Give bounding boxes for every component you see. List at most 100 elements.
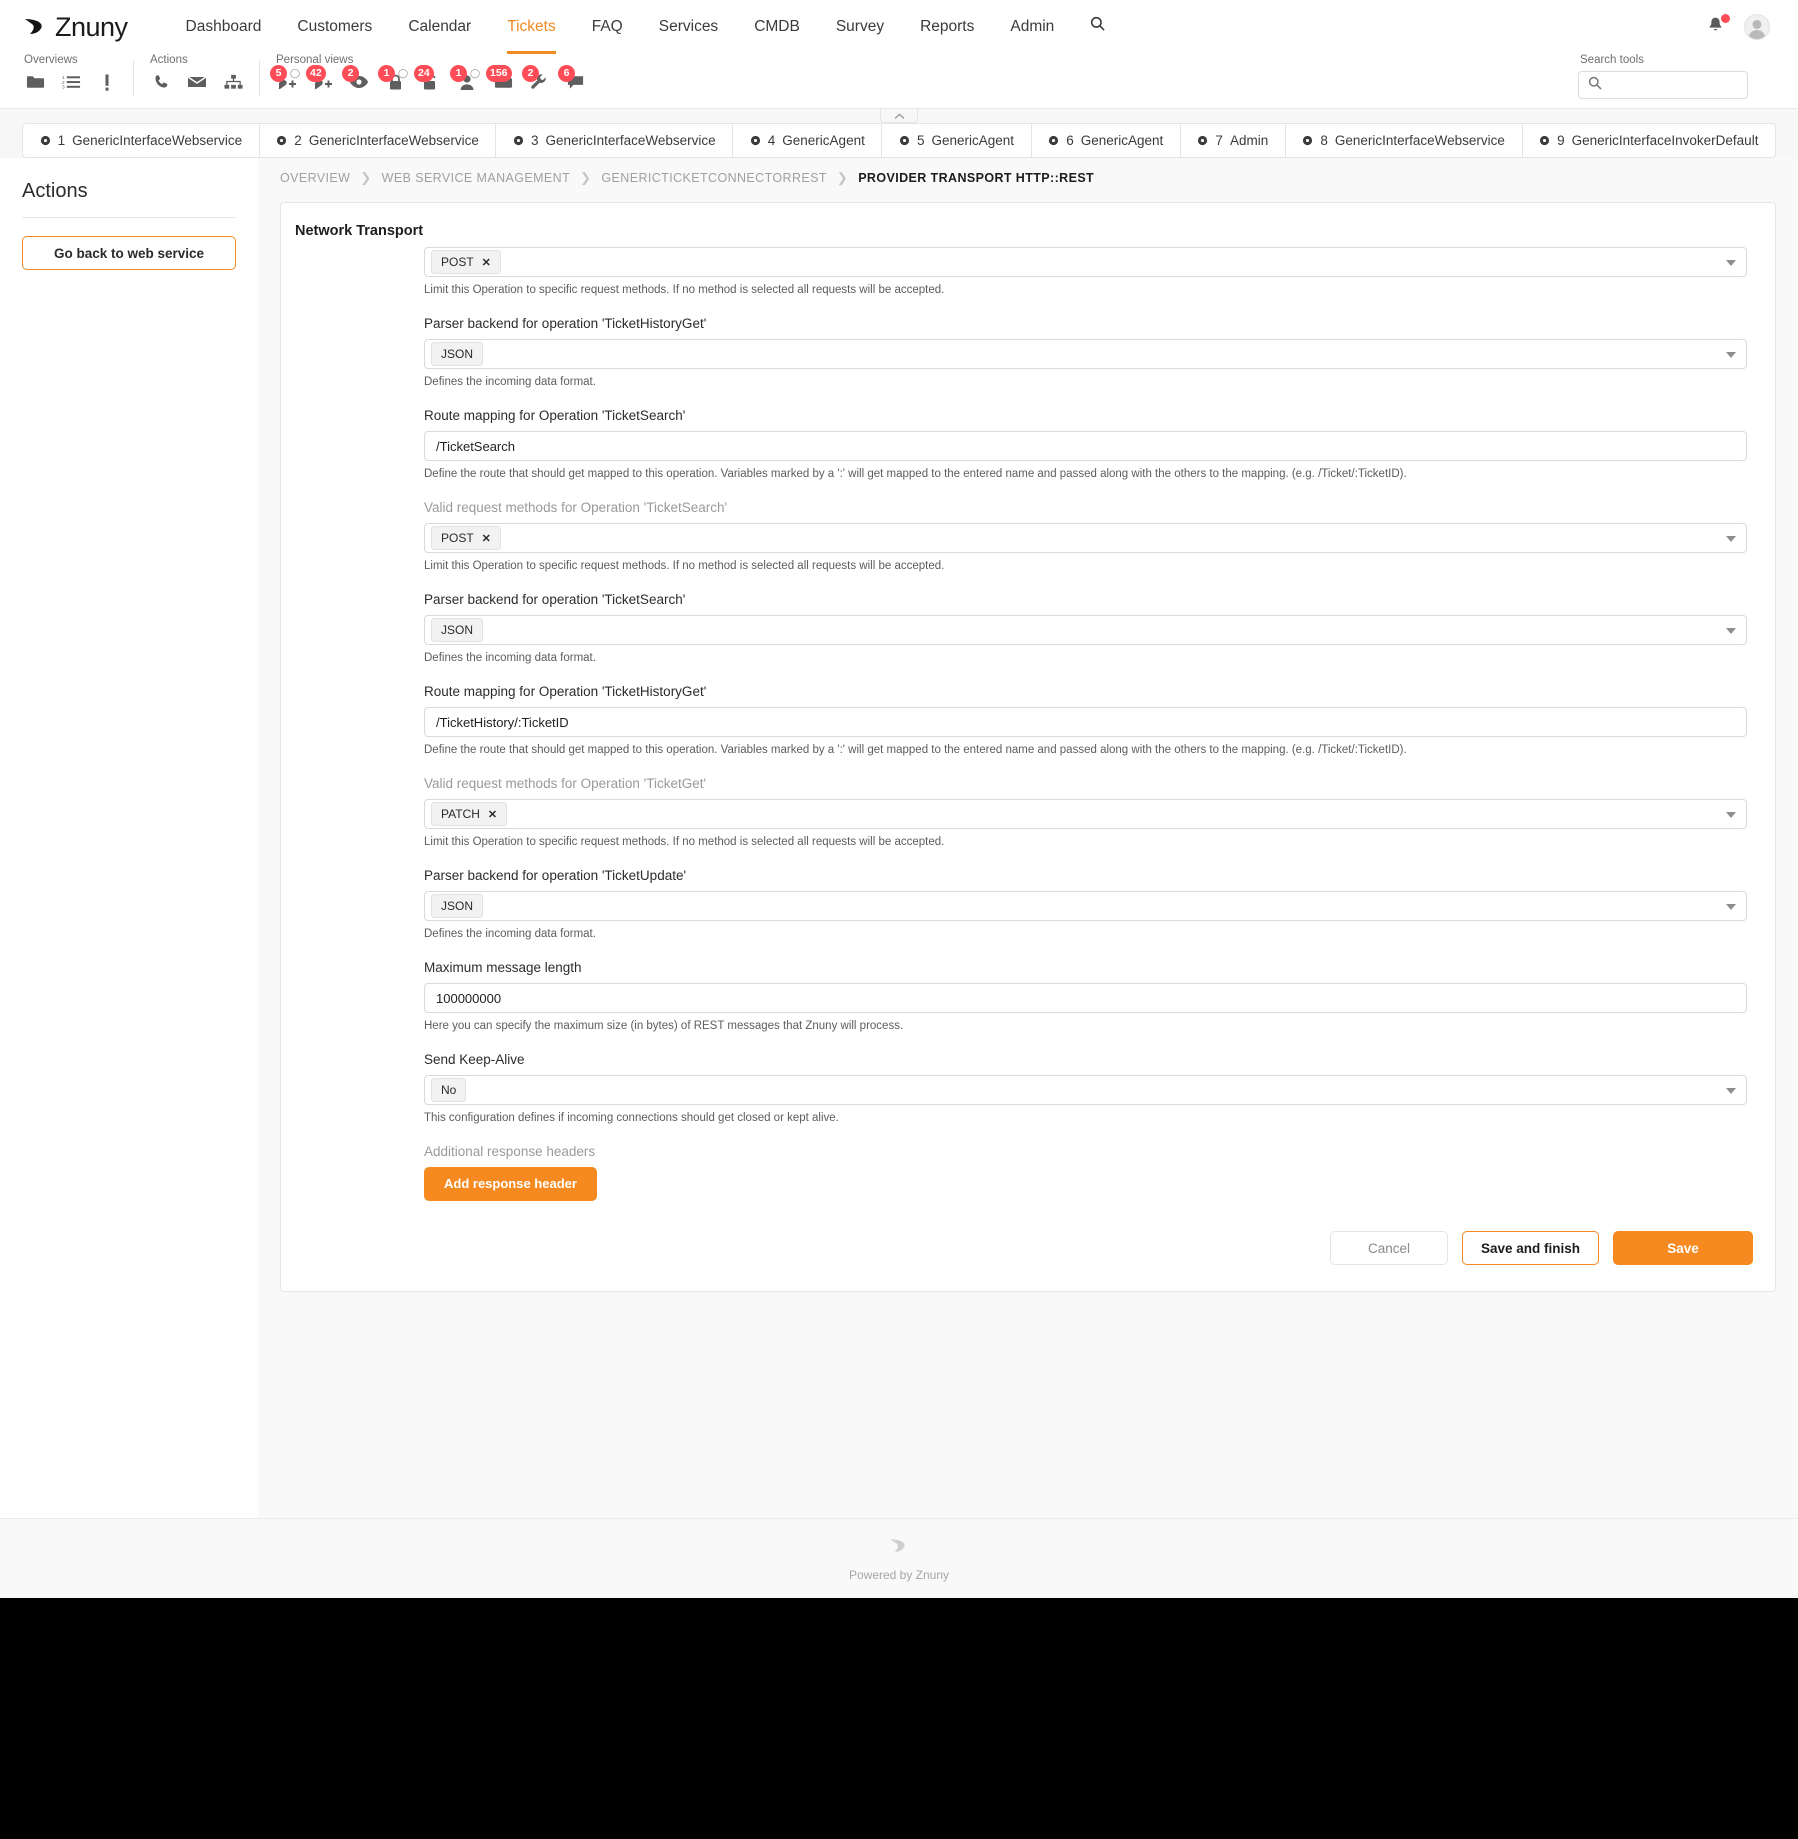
- chevron-right-icon: ❯: [580, 170, 592, 185]
- phone-icon[interactable]: [148, 70, 174, 94]
- parser-backend-ticketsearch-select[interactable]: JSON: [424, 615, 1747, 645]
- tab-index: 3: [531, 133, 539, 148]
- breadcrumb-item-web-service-management[interactable]: Web Service Management: [382, 171, 570, 185]
- chevron-down-icon: [1726, 260, 1736, 266]
- person-icon[interactable]: 1 ◯: [450, 65, 480, 94]
- tab-6-genericagent[interactable]: 6 GenericAgent: [1030, 123, 1181, 158]
- tab-9-genericinterfaceinvokerdefault[interactable]: 9 GenericInterfaceInvokerDefault: [1521, 123, 1777, 158]
- tab-4-genericagent[interactable]: 4 GenericAgent: [732, 123, 883, 158]
- selected-chip[interactable]: JSON: [431, 894, 484, 918]
- panel-title: Network Transport: [295, 223, 424, 239]
- tab-1-genericinterfacewebservice[interactable]: 1 GenericInterfaceWebservice: [22, 123, 260, 158]
- badge-count: 1: [450, 65, 467, 82]
- nav-item-dashboard[interactable]: Dashboard: [168, 0, 280, 54]
- parser-backend-ticketupdate-select[interactable]: JSON: [424, 891, 1747, 921]
- wrench-icon[interactable]: 2: [522, 65, 552, 94]
- nav-item-reports[interactable]: Reports: [902, 0, 992, 54]
- search-input[interactable]: [1609, 77, 1738, 93]
- svg-text:3: 3: [62, 85, 65, 90]
- selected-chip[interactable]: JSON: [431, 618, 484, 642]
- global-search-icon[interactable]: [1072, 0, 1123, 54]
- chat-bubble-icon[interactable]: 6: [558, 65, 588, 94]
- add-ticket-icon[interactable]: 42: [306, 65, 336, 94]
- nav-item-cmdb[interactable]: CMDB: [736, 0, 818, 54]
- tab-label: GenericInterfaceInvokerDefault: [1571, 133, 1759, 148]
- numbered-list-icon[interactable]: 1 2 3: [58, 70, 84, 94]
- selected-chip[interactable]: No: [431, 1078, 467, 1102]
- main-content: Overview ❯ Web Service Management ❯ Gene…: [258, 158, 1798, 1518]
- save-button[interactable]: Save: [1613, 1231, 1753, 1265]
- field-route-mapping-tickethistoryget: Route mapping for Operation 'TicketHisto…: [309, 684, 1747, 756]
- tab-index: 2: [294, 133, 302, 148]
- field-control-row: [424, 983, 1747, 1013]
- toolbar-group-overviews: Overviews 1 2 3: [22, 54, 134, 96]
- briefcase-icon[interactable]: 156: [486, 65, 516, 94]
- tab-5-genericagent[interactable]: 5 GenericAgent: [881, 123, 1032, 158]
- toolbar-group-personal-views: Personal views 5 ◯ 42 2 1 ◯ 24 1 ◯ 156 2…: [270, 54, 602, 94]
- route-mapping-ticketsearch-input[interactable]: [424, 431, 1747, 461]
- route-mapping-tickethistoryget-input[interactable]: [424, 707, 1747, 737]
- tab-3-genericinterfacewebservice[interactable]: 3 GenericInterfaceWebservice: [495, 123, 734, 158]
- lock-open-icon[interactable]: 24: [414, 65, 444, 94]
- breadcrumb-item-overview[interactable]: Overview: [280, 171, 350, 185]
- valid-methods-ticketget-select[interactable]: PATCH ✕: [424, 799, 1747, 829]
- chevron-down-icon: [1726, 904, 1736, 910]
- tab-label: GenericInterfaceWebservice: [1334, 133, 1505, 148]
- selected-chip[interactable]: POST ✕: [431, 250, 501, 274]
- valid-methods-tickethistoryget-select[interactable]: POST ✕: [424, 247, 1747, 277]
- nav-item-faq[interactable]: FAQ: [574, 0, 641, 54]
- znuny-logo-icon: [22, 14, 48, 40]
- chevron-up-icon: [894, 107, 905, 125]
- nav-item-tickets[interactable]: Tickets: [489, 0, 574, 54]
- selected-chip[interactable]: PATCH ✕: [431, 802, 508, 826]
- chip-label: POST: [441, 255, 474, 269]
- tab-index: 5: [916, 133, 925, 148]
- add-response-header-button[interactable]: Add response header: [424, 1167, 597, 1201]
- field-label: Valid request methods for Operation 'Tic…: [424, 776, 707, 791]
- valid-methods-ticketsearch-select[interactable]: POST ✕: [424, 523, 1747, 553]
- folder-icon[interactable]: [22, 70, 48, 94]
- parser-backend-tickethistoryget-select[interactable]: JSON: [424, 339, 1747, 369]
- user-avatar[interactable]: [1744, 14, 1770, 40]
- selected-chip[interactable]: JSON: [431, 342, 484, 366]
- search-tools-box[interactable]: [1578, 71, 1748, 99]
- selected-chip[interactable]: POST ✕: [431, 526, 501, 550]
- notifications-button[interactable]: [1706, 14, 1730, 39]
- toolbar: Overviews 1 2 3 Actions Personal views 5…: [0, 54, 1798, 109]
- nav-item-services[interactable]: Services: [641, 0, 736, 54]
- send-keep-alive-select[interactable]: No: [424, 1075, 1747, 1105]
- nav-item-customers[interactable]: Customers: [279, 0, 390, 54]
- nav-item-admin[interactable]: Admin: [992, 0, 1072, 54]
- chip-remove-icon[interactable]: ✕: [482, 532, 491, 545]
- chip-remove-icon[interactable]: ✕: [488, 808, 497, 821]
- breadcrumb-item-genericticketconnectorrest[interactable]: GenericTicketConnectorREST: [601, 171, 826, 185]
- chip-label: JSON: [441, 899, 474, 913]
- go-back-to-web-service-button[interactable]: Go back to web service: [22, 236, 236, 270]
- field-control-row: JSON: [424, 615, 1747, 645]
- field-hint: Limit this Operation to specific request…: [424, 560, 945, 572]
- cancel-button[interactable]: Cancel: [1329, 1231, 1448, 1265]
- app-logo[interactable]: Znuny: [22, 12, 128, 43]
- tab-7-admin[interactable]: 7 Admin: [1179, 123, 1286, 158]
- sitemap-icon[interactable]: [220, 70, 246, 94]
- tab-8-genericinterfacewebservice[interactable]: 8 GenericInterfaceWebservice: [1284, 123, 1523, 158]
- field-valid-methods-ticketget: Valid request methods for Operation 'Tic…: [309, 776, 1747, 848]
- tab-2-genericinterfacewebservice[interactable]: 2 GenericInterfaceWebservice: [258, 123, 497, 158]
- add-ticket-icon[interactable]: 5 ◯: [270, 65, 300, 94]
- badge-count: 5: [270, 65, 287, 82]
- save-and-finish-button[interactable]: Save and finish: [1461, 1231, 1599, 1265]
- lock-closed-icon[interactable]: 1 ◯: [378, 65, 408, 94]
- field-control-row: [424, 707, 1747, 737]
- maximum-message-length-input[interactable]: [424, 983, 1747, 1013]
- nav-item-calendar[interactable]: Calendar: [390, 0, 489, 54]
- gear-icon: [899, 135, 910, 146]
- field-control-row: JSON: [424, 339, 1747, 369]
- collapse-tabs-handle[interactable]: [880, 109, 918, 123]
- nav-item-survey[interactable]: Survey: [818, 0, 902, 54]
- exclamation-icon[interactable]: [94, 70, 120, 94]
- chip-remove-icon[interactable]: ✕: [482, 256, 491, 269]
- watched-eye-icon[interactable]: 2: [342, 65, 372, 94]
- topnav-right-cluster: [1706, 14, 1776, 40]
- badge-count: 1: [378, 65, 395, 82]
- envelope-icon[interactable]: [184, 70, 210, 94]
